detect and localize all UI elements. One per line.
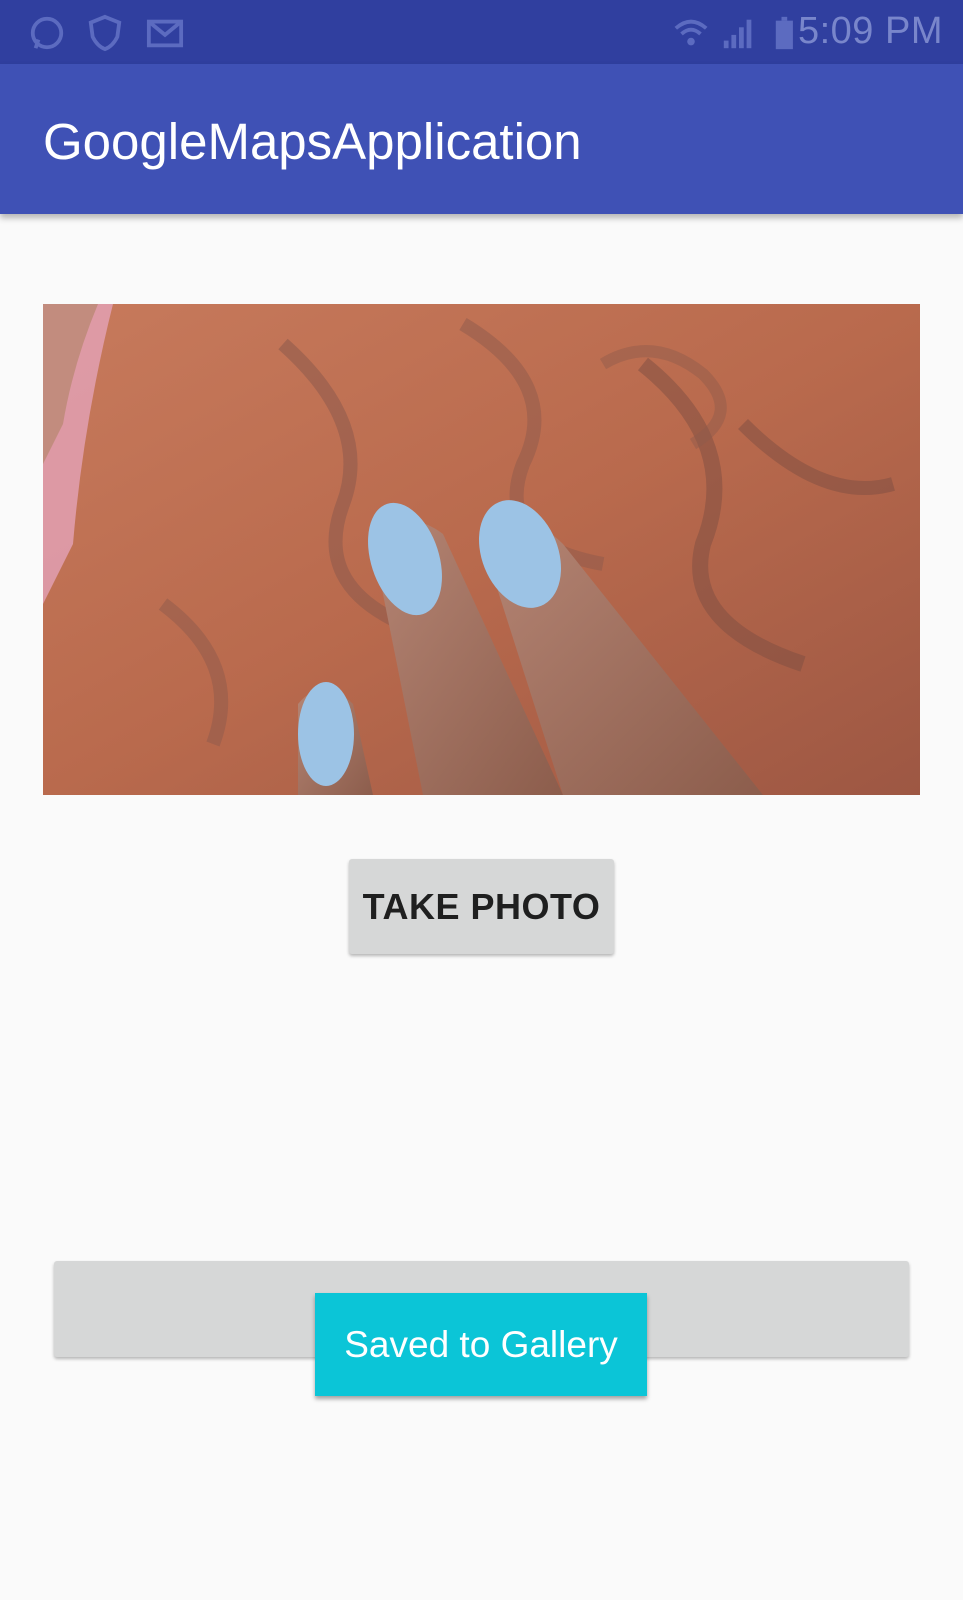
take-photo-button[interactable]: TAKE PHOTO: [349, 859, 614, 954]
app-title: GoogleMapsApplication: [43, 113, 582, 170]
captured-photo-image: [43, 304, 920, 795]
saved-toast: Saved to Gallery: [315, 1293, 647, 1396]
signal-icon: [723, 19, 752, 49]
wifi-icon: [674, 19, 708, 46]
photo-preview: [43, 304, 920, 795]
status-bar: 5:09 PM: [0, 0, 963, 64]
shield-icon: [88, 14, 122, 52]
status-time: 5:09 PM: [797, 10, 943, 52]
app-bar: GoogleMapsApplication: [0, 64, 963, 214]
whatsapp-icon: [30, 16, 64, 50]
mail-icon: [146, 19, 184, 48]
